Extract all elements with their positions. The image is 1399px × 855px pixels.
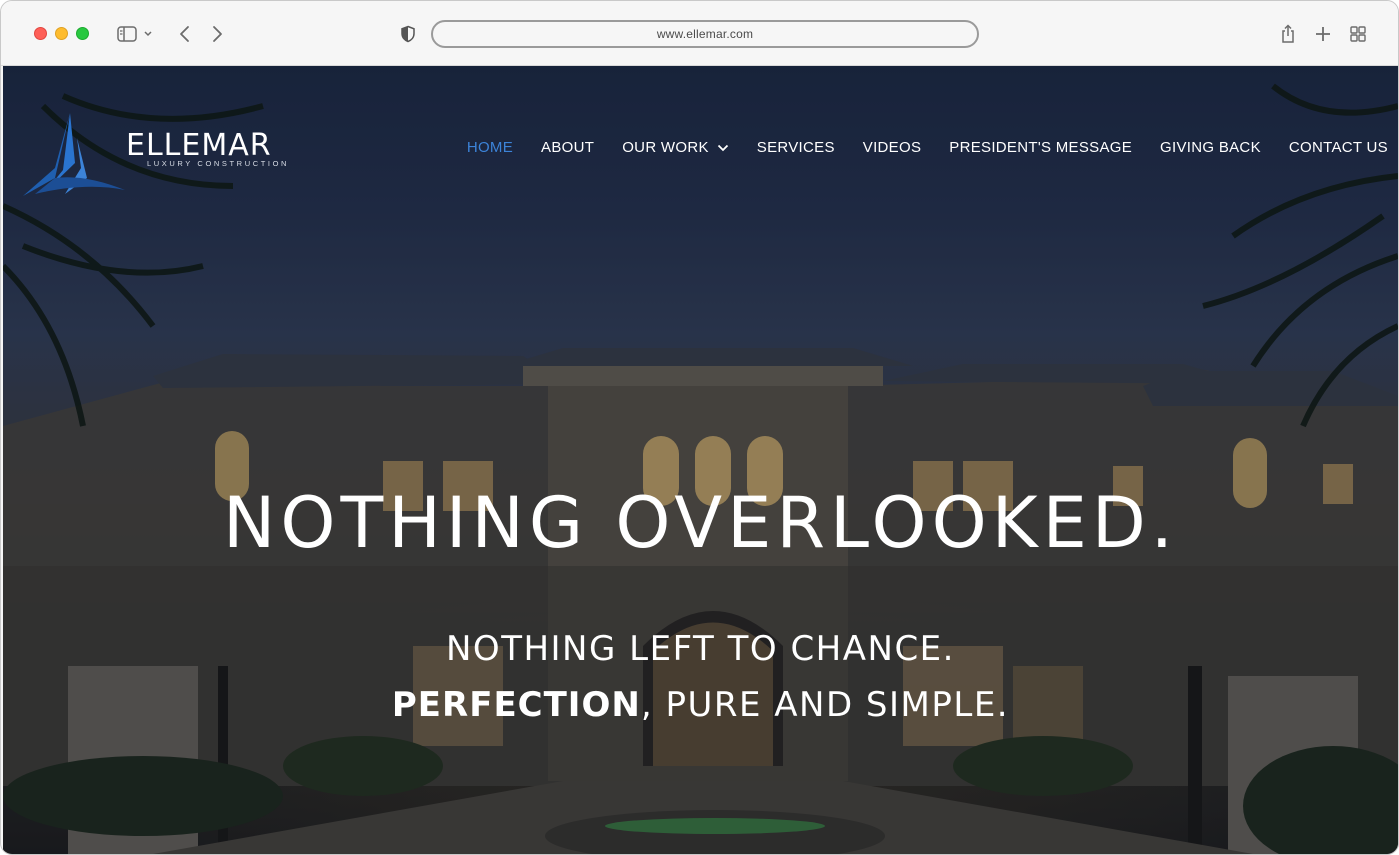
new-tab-button[interactable] bbox=[1311, 21, 1335, 47]
sidebar-toggle-button[interactable] bbox=[113, 21, 159, 47]
hero-tagline-rest: , PURE AND SIMPLE. bbox=[640, 685, 1010, 725]
zoom-window-button[interactable] bbox=[76, 27, 89, 40]
forward-button[interactable] bbox=[205, 21, 229, 47]
nav-item-giving-back[interactable]: GIVING BACK bbox=[1160, 139, 1261, 156]
web-page: ELLEMAR LUXURY CONSTRUCTION HOME ABOUT O… bbox=[3, 66, 1398, 854]
hero-emphasis-word: PERFECTION bbox=[391, 685, 641, 725]
browser-toolbar: www.ellemar.com bbox=[1, 1, 1398, 66]
plus-icon bbox=[1316, 27, 1330, 41]
logo-wordmark[interactable]: ELLEMAR bbox=[126, 128, 272, 163]
chevron-left-icon bbox=[180, 26, 189, 42]
tab-grid-icon bbox=[1350, 26, 1366, 42]
ellemar-wing-logo-icon bbox=[23, 113, 125, 196]
back-button[interactable] bbox=[173, 21, 197, 47]
logo-tagline: LUXURY CONSTRUCTION bbox=[147, 159, 290, 168]
minimize-window-button[interactable] bbox=[55, 27, 68, 40]
privacy-report-button[interactable] bbox=[396, 21, 420, 47]
nav-item-our-work[interactable]: OUR WORK bbox=[622, 139, 729, 156]
nav-item-about[interactable]: ABOUT bbox=[541, 139, 594, 156]
tab-overview-button[interactable] bbox=[1346, 21, 1370, 47]
nav-item-videos[interactable]: VIDEOS bbox=[863, 139, 921, 156]
chevron-down-icon bbox=[717, 144, 729, 152]
nav-item-presidents-message[interactable]: PRESIDENT'S MESSAGE bbox=[949, 139, 1132, 156]
main-navigation: HOME ABOUT OUR WORK SERVICES VIDEOS PRES… bbox=[439, 139, 1388, 156]
hero-title: NOTHING OVERLOOKED. bbox=[223, 482, 1178, 564]
nav-item-our-work-label: OUR WORK bbox=[622, 139, 709, 156]
share-icon bbox=[1282, 24, 1294, 43]
chevron-right-icon bbox=[213, 26, 222, 42]
address-bar[interactable]: www.ellemar.com bbox=[431, 20, 979, 48]
nav-item-home[interactable]: HOME bbox=[467, 139, 513, 156]
url-text: www.ellemar.com bbox=[656, 27, 754, 41]
share-button[interactable] bbox=[1276, 21, 1300, 47]
nav-item-contact-us[interactable]: CONTACT US bbox=[1289, 139, 1388, 156]
nav-item-services[interactable]: SERVICES bbox=[757, 139, 835, 156]
hero-tagline-line-2: PERFECTION, PURE AND SIMPLE. bbox=[3, 688, 1398, 722]
shield-icon bbox=[401, 25, 415, 43]
browser-window: www.ellemar.com ELLEMAR LUXURY CONSTRUCT… bbox=[0, 0, 1399, 855]
close-window-button[interactable] bbox=[34, 27, 47, 40]
sidebar-icon bbox=[117, 26, 152, 42]
hero-tagline-line-1: NOTHING LEFT TO CHANCE. bbox=[446, 629, 955, 669]
